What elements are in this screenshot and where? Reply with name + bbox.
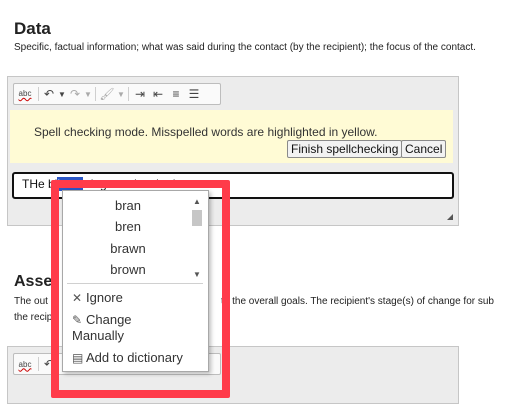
format-dropdown-button[interactable]: ▼ (116, 84, 126, 104)
undo-icon: ↶ (43, 87, 55, 101)
scroll-down-icon[interactable]: ▼ (193, 270, 201, 279)
suggestion-item[interactable]: brawn (63, 241, 193, 256)
ordered-list-icon: ≡ (172, 87, 180, 101)
spellcheck-icon: abc (18, 89, 32, 98)
editor-toolbar: abc ↶ ▼ ↷ ▼ 🖌 ▼ ⇥ ⇤ ≡ ☰ (13, 83, 221, 105)
suggestions-scrollbar[interactable]: ▲ ▼ (191, 196, 203, 281)
spellcheck-message: Spell checking mode. Misspelled words ar… (34, 125, 378, 139)
chevron-down-icon: ▼ (58, 89, 66, 99)
change-manually-menu-item[interactable]: ✎ Change Manually (72, 312, 132, 344)
redo-button[interactable]: ↷ (67, 84, 83, 104)
section-description-assessment-right: to the overall goals. The recipient's st… (221, 296, 494, 307)
section-description-assessment-left: The out (14, 296, 48, 307)
indent-icon: ⇥ (134, 87, 146, 101)
section-description-data: Specific, factual information; what was … (14, 42, 476, 53)
scrollbar-thumb[interactable] (192, 210, 202, 226)
undo-dropdown-button[interactable]: ▼ (57, 84, 67, 104)
outdent-button[interactable]: ⇤ (149, 84, 167, 104)
indent-button[interactable]: ⇥ (131, 84, 149, 104)
section-title-data: Data (14, 19, 51, 38)
toolbar-divider (38, 357, 39, 371)
close-icon: ✕ (72, 291, 83, 305)
spellcheck-icon: abc (18, 359, 32, 369)
paintbrush-icon: 🖌 (99, 87, 115, 101)
section-title-assessment: Asse (14, 273, 53, 290)
chevron-down-icon: ▼ (84, 89, 92, 99)
spellcheck-button[interactable]: abc (14, 84, 36, 104)
ignore-menu-item[interactable]: ✕ Ignore (72, 290, 123, 305)
scroll-up-icon[interactable]: ▲ (193, 197, 201, 206)
bullet-list-icon: ☰ (188, 87, 200, 101)
outdent-icon: ⇤ (152, 87, 164, 101)
ordered-list-button[interactable]: ≡ (167, 84, 185, 104)
suggestion-item[interactable]: bren (63, 219, 193, 234)
finish-spellchecking-button[interactable]: Finish spellchecking (287, 140, 403, 158)
suggestion-item[interactable]: brown (63, 262, 193, 277)
redo-dropdown-button[interactable]: ▼ (83, 84, 93, 104)
toolbar-divider (38, 87, 39, 101)
undo-button[interactable]: ↶ (41, 84, 57, 104)
resize-handle-icon[interactable] (447, 214, 453, 220)
suggestion-item[interactable]: bran (63, 198, 193, 213)
chevron-down-icon: ▼ (117, 89, 125, 99)
pencil-icon: ✎ (72, 313, 83, 327)
toolbar-divider (95, 87, 96, 101)
spellcheck-button[interactable]: abc (14, 354, 36, 374)
format-painter-button[interactable]: 🖌 (98, 84, 116, 104)
section-description-assessment-line2: the recip (14, 312, 53, 323)
menu-divider (67, 283, 203, 284)
toolbar-divider (128, 87, 129, 101)
dictionary-icon: ▤ (72, 351, 84, 365)
cancel-button[interactable]: Cancel (401, 140, 447, 158)
redo-icon: ↷ (69, 87, 81, 101)
spelling-suggestions-menu: bran bren brawn brown ▲ ▼ ✕ Ignore ✎ Chang… (62, 190, 209, 372)
bullet-list-button[interactable]: ☰ (185, 84, 203, 104)
add-to-dictionary-menu-item[interactable]: ▤ Add to dictionary (72, 350, 183, 365)
